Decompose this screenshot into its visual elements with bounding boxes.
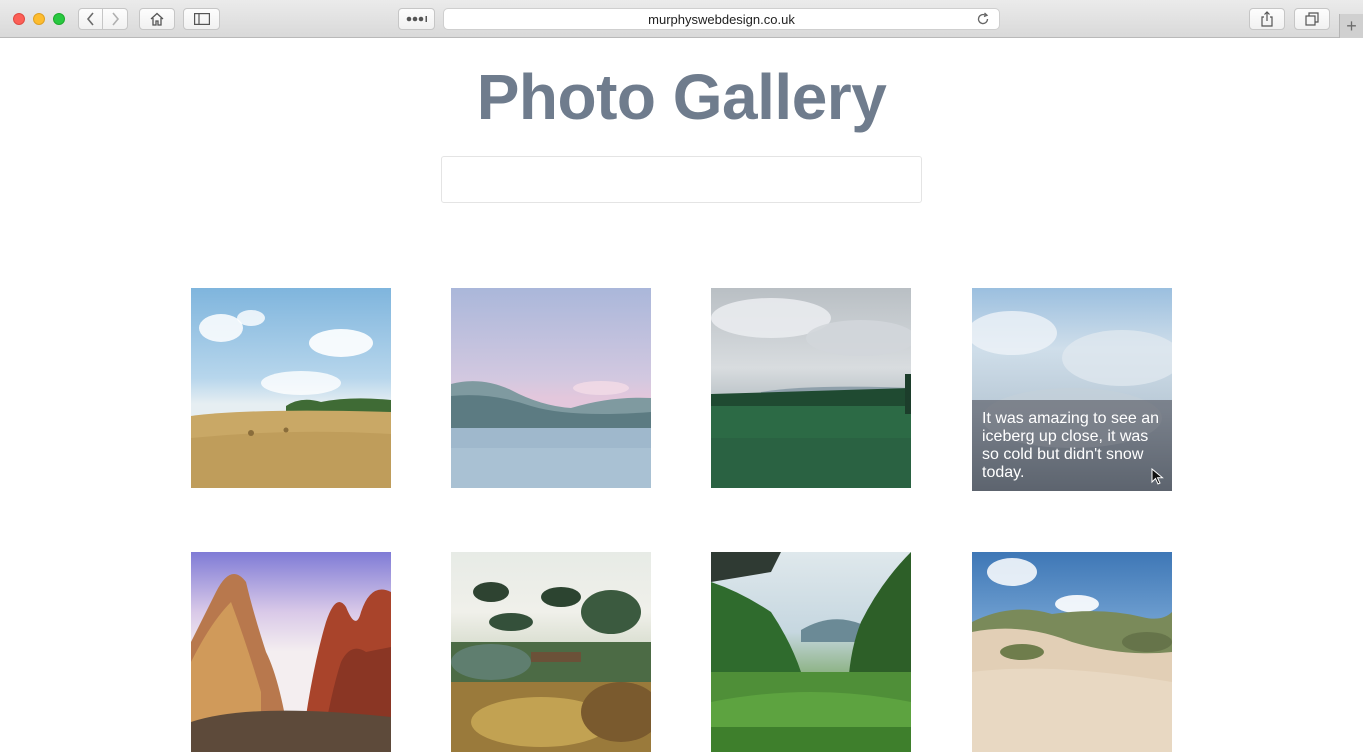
- gallery-photo-green-meadow[interactable]: [711, 288, 911, 488]
- reader-button[interactable]: [398, 8, 435, 30]
- gallery-photo-forest-valley[interactable]: [711, 552, 911, 752]
- gallery-photo-red-rock-canyon[interactable]: [191, 552, 391, 752]
- photo-caption: It was amazing to see an iceberg up clos…: [972, 400, 1172, 491]
- reload-icon[interactable]: [975, 11, 991, 27]
- new-tab-button[interactable]: +: [1339, 14, 1363, 38]
- gallery-photo-wheat-field[interactable]: [191, 288, 391, 488]
- gallery-photo-iceberg[interactable]: It was amazing to see an iceberg up clos…: [972, 288, 1172, 491]
- green-meadow-image: [711, 298, 911, 488]
- tabs-icon: [1305, 12, 1319, 26]
- back-button[interactable]: [78, 8, 103, 30]
- browser-toolbar: murphyswebdesign.co.uk +: [0, 0, 1363, 38]
- dots-icon: [406, 16, 427, 22]
- plus-icon: +: [1346, 15, 1357, 36]
- url-text: murphyswebdesign.co.uk: [648, 11, 795, 27]
- share-button[interactable]: [1249, 8, 1285, 30]
- red-rock-canyon-image: [191, 574, 391, 752]
- page-title: Photo Gallery: [476, 61, 887, 133]
- garden-trees-image: [451, 582, 651, 752]
- sidebar-button[interactable]: [183, 8, 220, 30]
- tabs-overview-button[interactable]: [1294, 8, 1330, 30]
- chevron-left-icon: [86, 12, 94, 26]
- chevron-right-icon: [112, 12, 120, 26]
- gallery-photo-sand-dunes[interactable]: [972, 552, 1172, 752]
- sidebar-icon: [193, 13, 210, 25]
- photo-caption-text: It was amazing to see an iceberg up clos…: [982, 410, 1159, 481]
- close-window-button[interactable]: [13, 13, 25, 25]
- minimize-window-button[interactable]: [33, 13, 45, 25]
- mountain-lake-image: [451, 381, 651, 488]
- mouse-cursor-icon: [1151, 468, 1164, 485]
- address-bar[interactable]: murphyswebdesign.co.uk: [443, 8, 1000, 30]
- forward-button[interactable]: [102, 8, 128, 30]
- home-button[interactable]: [139, 8, 175, 30]
- gallery-photo-garden-trees[interactable]: [451, 552, 651, 752]
- zoom-window-button[interactable]: [53, 13, 65, 25]
- gallery-photo-mountain-lake[interactable]: [451, 288, 651, 488]
- sand-dunes-image: [972, 558, 1172, 752]
- forest-valley-image: [711, 552, 911, 752]
- home-icon: [150, 12, 164, 26]
- search-input[interactable]: [441, 156, 922, 203]
- share-icon: [1261, 11, 1273, 27]
- wheat-field-image: [191, 310, 391, 488]
